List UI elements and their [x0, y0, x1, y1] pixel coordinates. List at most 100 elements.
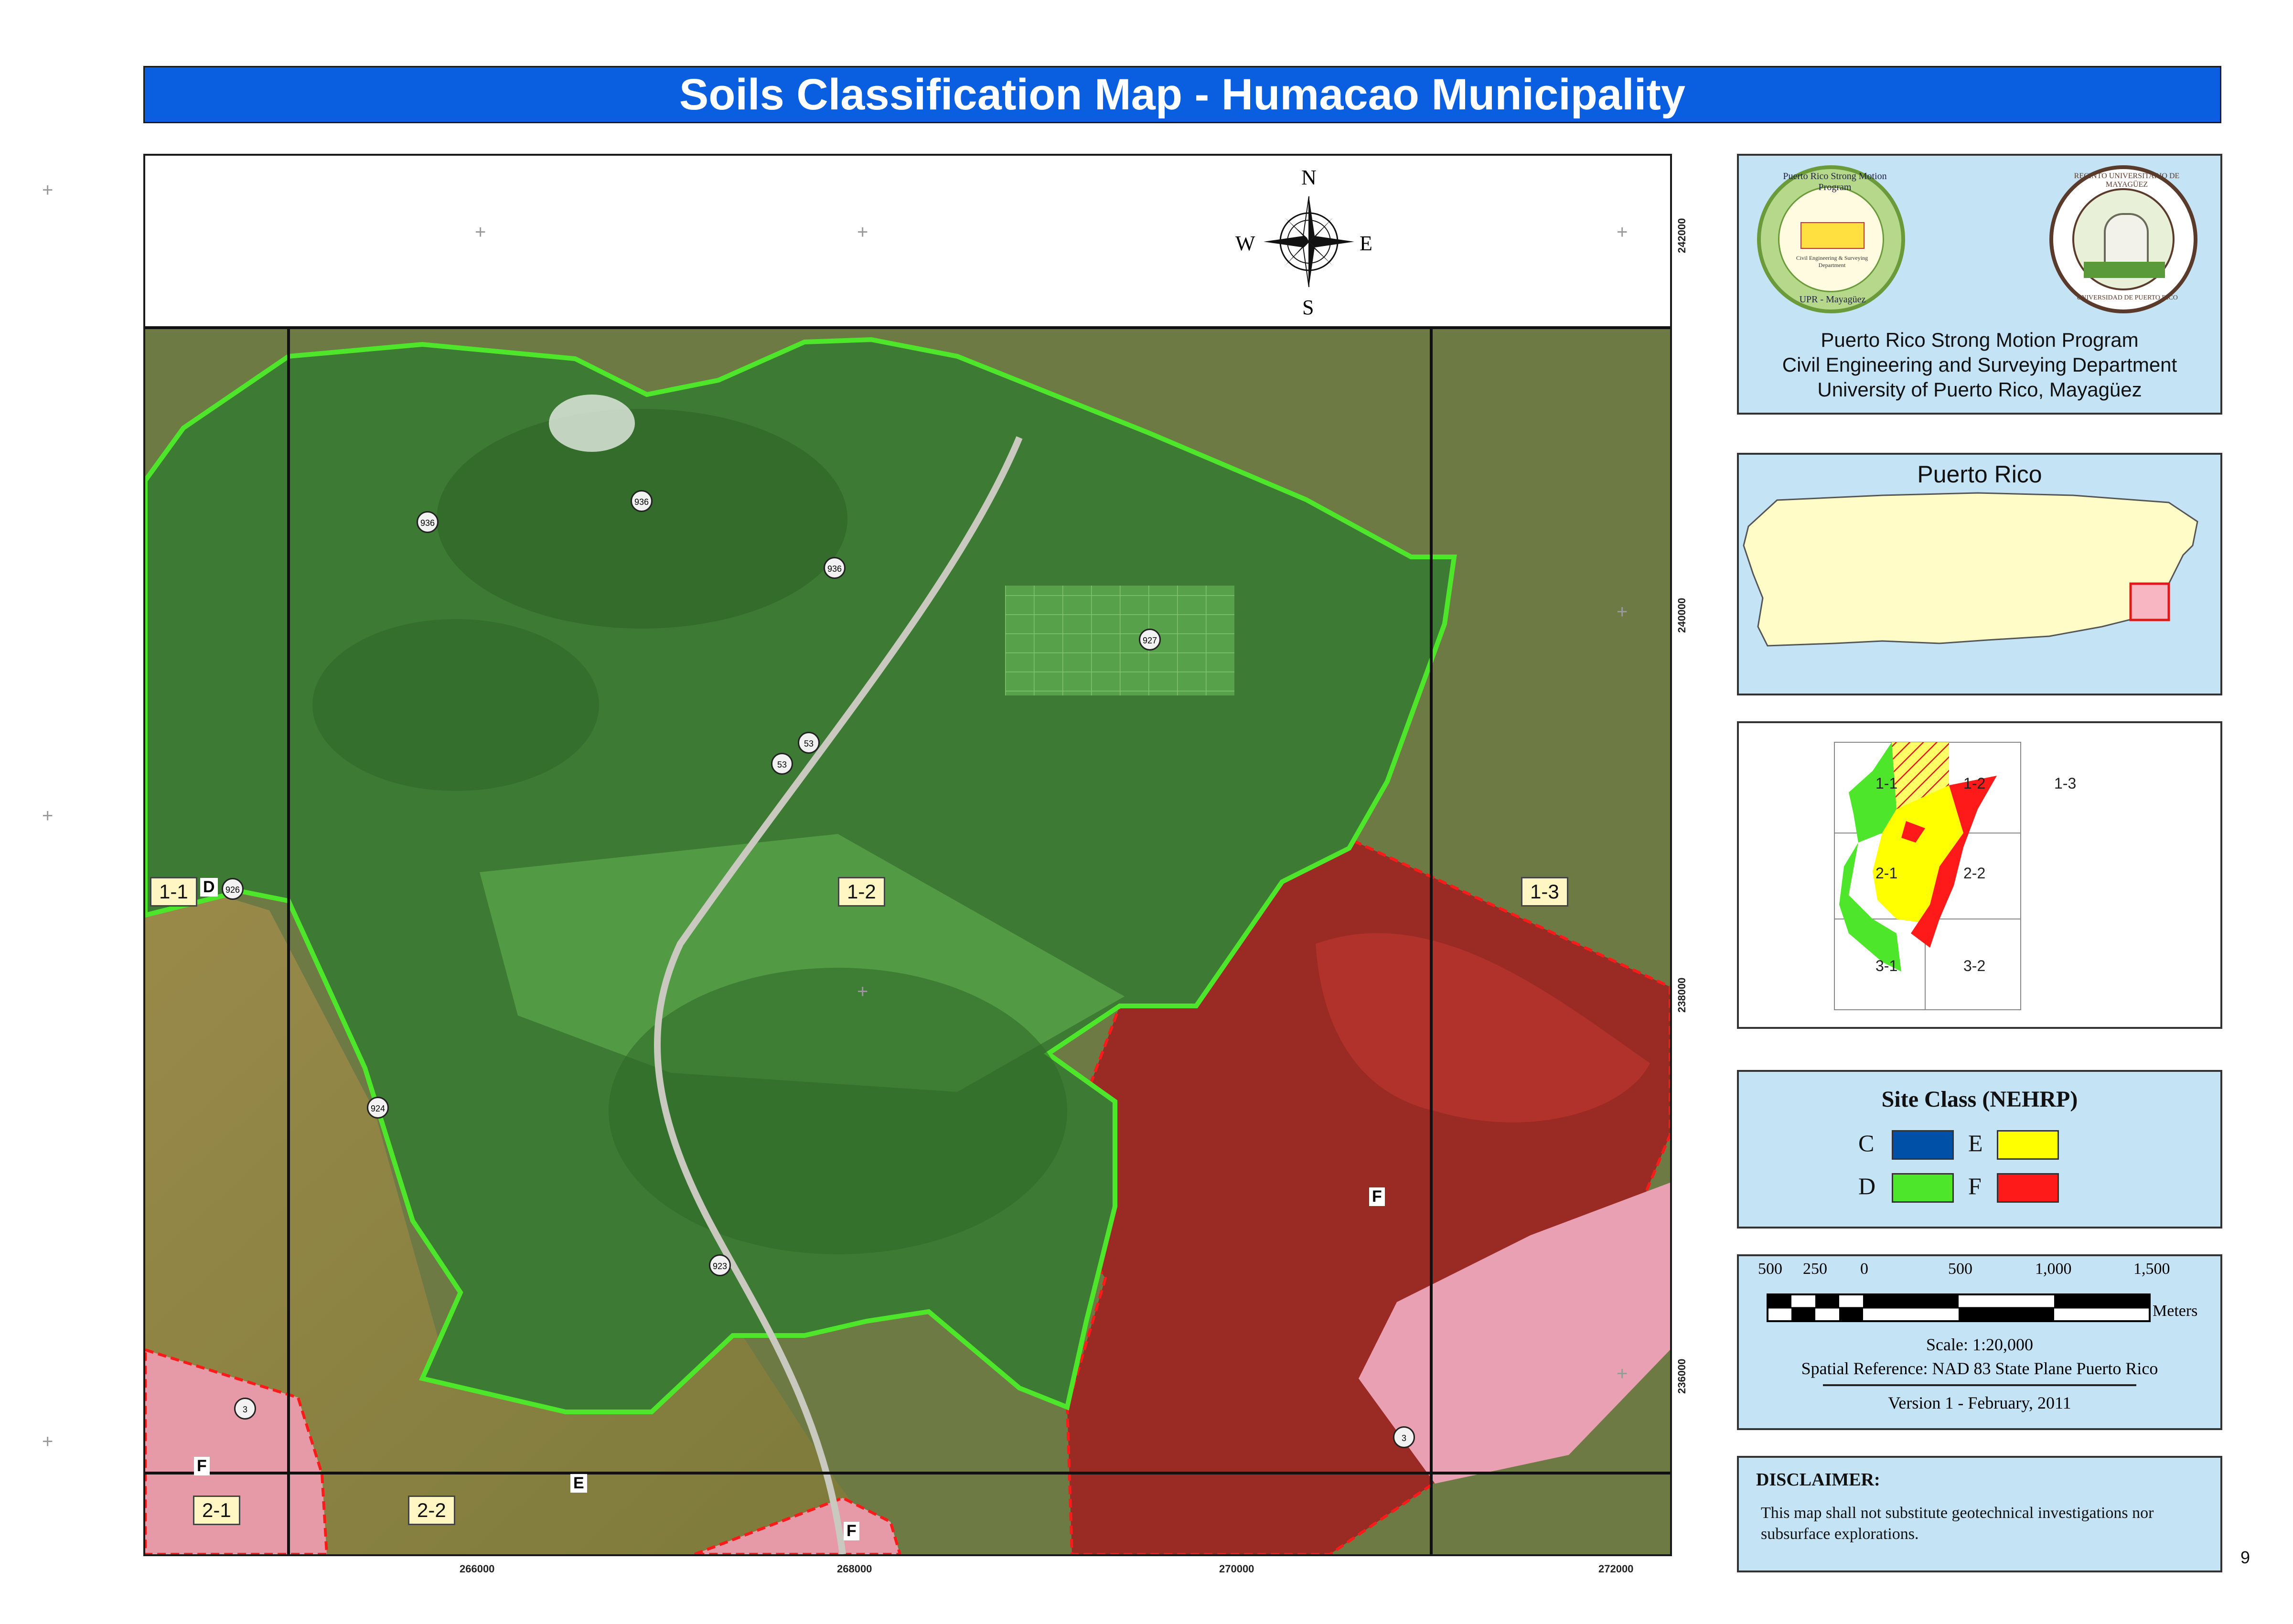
scale-unit: Meters — [2153, 1302, 2198, 1320]
prsmp-logo: Civil Engineering & Surveying Department… — [1757, 165, 1905, 313]
y-coord-label: 238000 — [1676, 977, 1688, 1013]
road-shield: 936 — [824, 557, 846, 579]
soil-map[interactable] — [145, 156, 1670, 1554]
locator-map-panel: Puerto Rico — [1737, 453, 2222, 695]
hill-shade — [437, 409, 847, 629]
uprm-seal-ring-text: RECINTO UNIVERSITARIO DE MAYAGÜEZ — [2074, 172, 2180, 189]
index-cell-label: 1-2 — [1963, 775, 1986, 792]
compass-w: W — [1235, 232, 1255, 255]
scale-text: Scale: 1:20,000 — [1926, 1335, 2033, 1354]
compass-s: S — [1302, 296, 1314, 319]
institution-panel: Civil Engineering & Surveying Department… — [1737, 154, 2222, 415]
zone-label-1-1: 1-1 — [150, 877, 197, 907]
program-name: Puerto Rico Strong Motion Program — [1821, 329, 2139, 351]
margin-cross: + — [42, 180, 54, 201]
road-shield: 936 — [417, 511, 439, 533]
road-shield: 927 — [1139, 629, 1161, 651]
legend-swatch-f — [1997, 1173, 2059, 1203]
university-name: University of Puerto Rico, Mayagüez — [1817, 378, 2142, 401]
uprm-seal-inner — [2072, 188, 2175, 290]
disclaimer-title: DISCLAIMER: — [1756, 1470, 1880, 1490]
class-marker-d: D — [200, 878, 218, 897]
legend-swatch-d — [1892, 1173, 1954, 1203]
scale-panel: 500 250 0 500 1,000 1,500 Meters Scale: … — [1737, 1254, 2222, 1430]
road-shield: 3 — [1393, 1426, 1415, 1448]
puerto-rico-outline — [1743, 492, 2198, 647]
grid-cross: + — [857, 981, 868, 1002]
grid-cross: + — [857, 222, 868, 243]
class-marker-f: F — [1369, 1187, 1385, 1206]
scale-tick: 1,000 — [2035, 1260, 2072, 1278]
x-coord-label: 270000 — [1219, 1563, 1254, 1575]
cloud — [549, 395, 635, 452]
index-cell-label: 1-1 — [1875, 775, 1898, 792]
legend-panel: Site Class (NEHRP) C E D F — [1737, 1070, 2222, 1229]
divider — [1823, 1384, 2136, 1386]
road-shield: 53 — [771, 753, 793, 775]
map-top-margin — [145, 156, 1670, 328]
map-frame[interactable]: N S E W + + + + + + 1-1 1-2 1-3 2-1 2-2 … — [143, 154, 1672, 1556]
version-text: Version 1 - February, 2011 — [1888, 1393, 2071, 1412]
prsmp-logo-inner-text: Civil Engineering & Surveying Department — [1796, 255, 1868, 268]
page-number: 9 — [2240, 1548, 2250, 1567]
y-coord-label: 242000 — [1676, 218, 1688, 253]
puerto-rico-icon — [1800, 222, 1864, 249]
hill-shade — [609, 968, 1067, 1254]
prsmp-logo-ring-text: Puerto Rico Strong Motion Program — [1783, 171, 1887, 192]
garden-icon — [2084, 262, 2165, 278]
grid-cross: + — [1617, 222, 1628, 243]
margin-cross: + — [42, 805, 54, 826]
agricultural-fields — [1005, 586, 1234, 695]
legend-swatch-e — [1997, 1130, 2059, 1160]
index-cell-label: 1-3 — [2054, 775, 2077, 792]
compass-e: E — [1360, 232, 1372, 255]
x-coord-label: 266000 — [460, 1563, 495, 1575]
disclaimer-panel: DISCLAIMER: This map shall not substitut… — [1737, 1456, 2222, 1572]
legend-label-c: C — [1858, 1130, 1875, 1156]
monument-icon — [2104, 213, 2149, 267]
grid-cross: + — [1617, 1363, 1628, 1384]
road-shield: 923 — [709, 1254, 731, 1276]
humacao-locator-box — [2129, 582, 2170, 621]
index-cell-label: 3-1 — [1875, 957, 1898, 974]
prsmp-logo-inner: Civil Engineering & Surveying Department — [1778, 186, 1884, 292]
zone-label-2-2: 2-2 — [408, 1496, 455, 1525]
uprm-seal: RECINTO UNIVERSITARIO DE MAYAGÜEZ UNIVER… — [2049, 165, 2197, 313]
legend-title: Site Class (NEHRP) — [1881, 1087, 2078, 1112]
class-marker-f: F — [194, 1457, 210, 1475]
scale-tick: 1,500 — [2133, 1260, 2170, 1278]
legend-label-d: D — [1858, 1173, 1876, 1199]
x-coord-label: 272000 — [1598, 1563, 1634, 1575]
grid-cross: + — [475, 222, 486, 243]
compass-n: N — [1301, 166, 1317, 189]
road-shield: 936 — [631, 490, 653, 512]
y-coord-label: 236000 — [1676, 1358, 1688, 1394]
x-coord-label: 268000 — [837, 1563, 872, 1575]
zone-label-1-3: 1-3 — [1521, 877, 1568, 907]
scale-tick: 0 — [1860, 1260, 1868, 1278]
scale-tick: 500 — [1948, 1260, 1972, 1278]
uprm-seal-bottom-text: UNIVERSIDAD DE PUERTO RICO — [2077, 294, 2178, 301]
index-cell-label: 3-2 — [1963, 957, 1986, 974]
zone-label-2-1: 2-1 — [193, 1496, 240, 1525]
scale-tick: 250 — [1803, 1260, 1827, 1278]
index-cell-label: 2-2 — [1963, 865, 1986, 882]
legend-swatch-c — [1892, 1130, 1954, 1160]
road-shield: 3 — [234, 1398, 256, 1420]
margin-cross: + — [42, 1431, 54, 1452]
zone-label-1-2: 1-2 — [838, 877, 885, 907]
class-marker-e: E — [570, 1474, 587, 1493]
legend-label-f: F — [1968, 1173, 1982, 1199]
road-shield: 924 — [367, 1097, 389, 1119]
scale-tick: 500 — [1758, 1260, 1782, 1278]
department-name: Civil Engineering and Surveying Departme… — [1782, 353, 2177, 376]
index-cell-label: 2-1 — [1875, 865, 1898, 882]
hill-shade — [312, 619, 599, 791]
scale-bar — [1767, 1293, 2151, 1322]
spatial-reference: Spatial Reference: NAD 83 State Plane Pu… — [1801, 1359, 2158, 1378]
disclaimer-text: This map shall not substitute geotechnic… — [1761, 1504, 2154, 1543]
road-shield: 53 — [798, 732, 820, 754]
prsmp-logo-bottom-text: UPR - Mayagüez — [1799, 294, 1866, 305]
institution-text: Puerto Rico Strong Motion Program Civil … — [1739, 328, 2220, 402]
index-map-panel: 1-1 1-2 1-3 2-1 2-2 3-1 3-2 — [1737, 721, 2222, 1029]
